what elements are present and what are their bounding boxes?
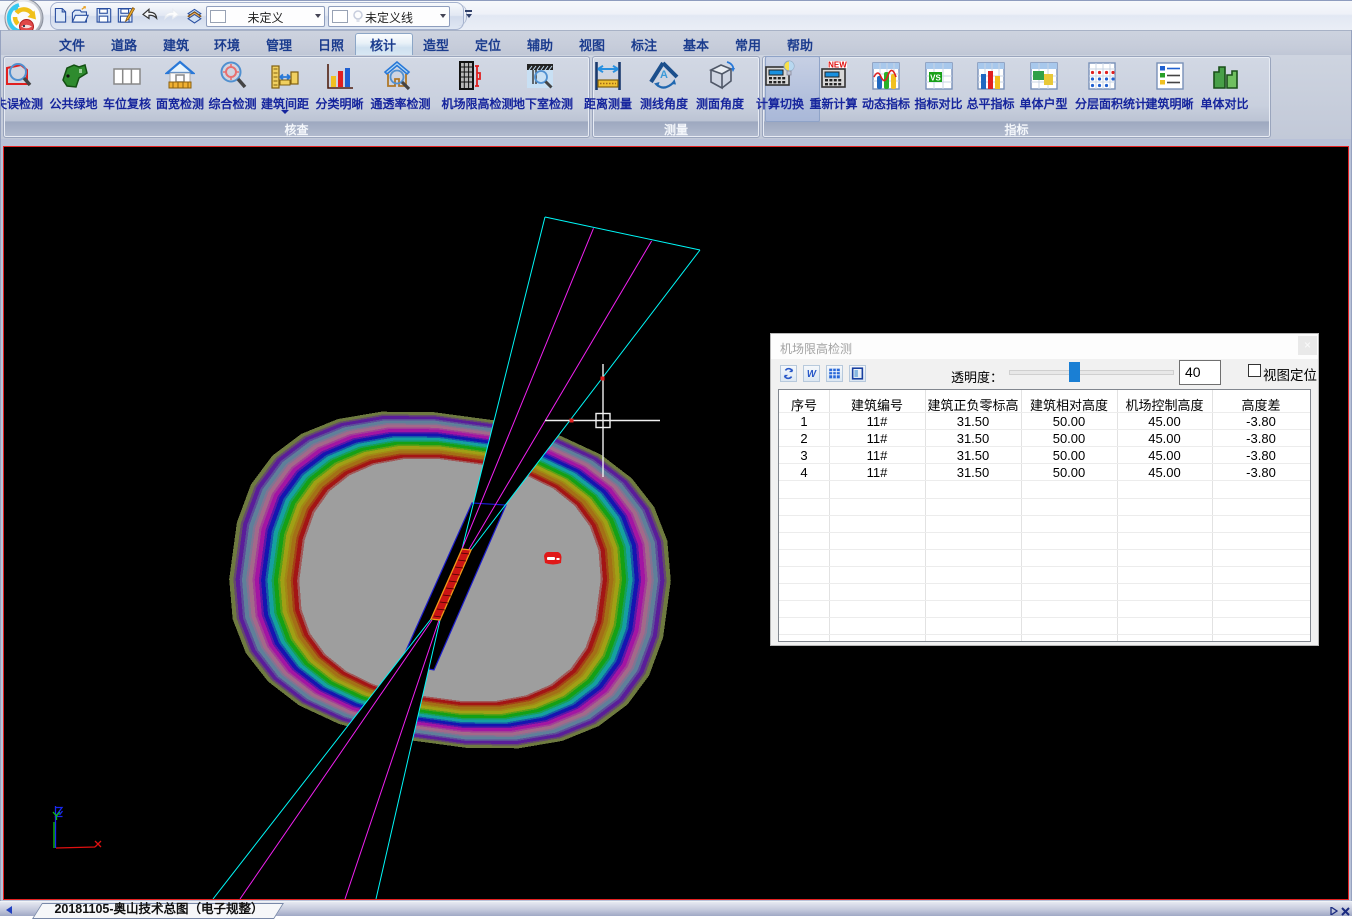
- svg-text:NEW: NEW: [828, 61, 847, 70]
- svg-text:VS: VS: [930, 74, 941, 83]
- svg-text:A: A: [660, 69, 668, 81]
- svg-text:W: W: [807, 369, 817, 380]
